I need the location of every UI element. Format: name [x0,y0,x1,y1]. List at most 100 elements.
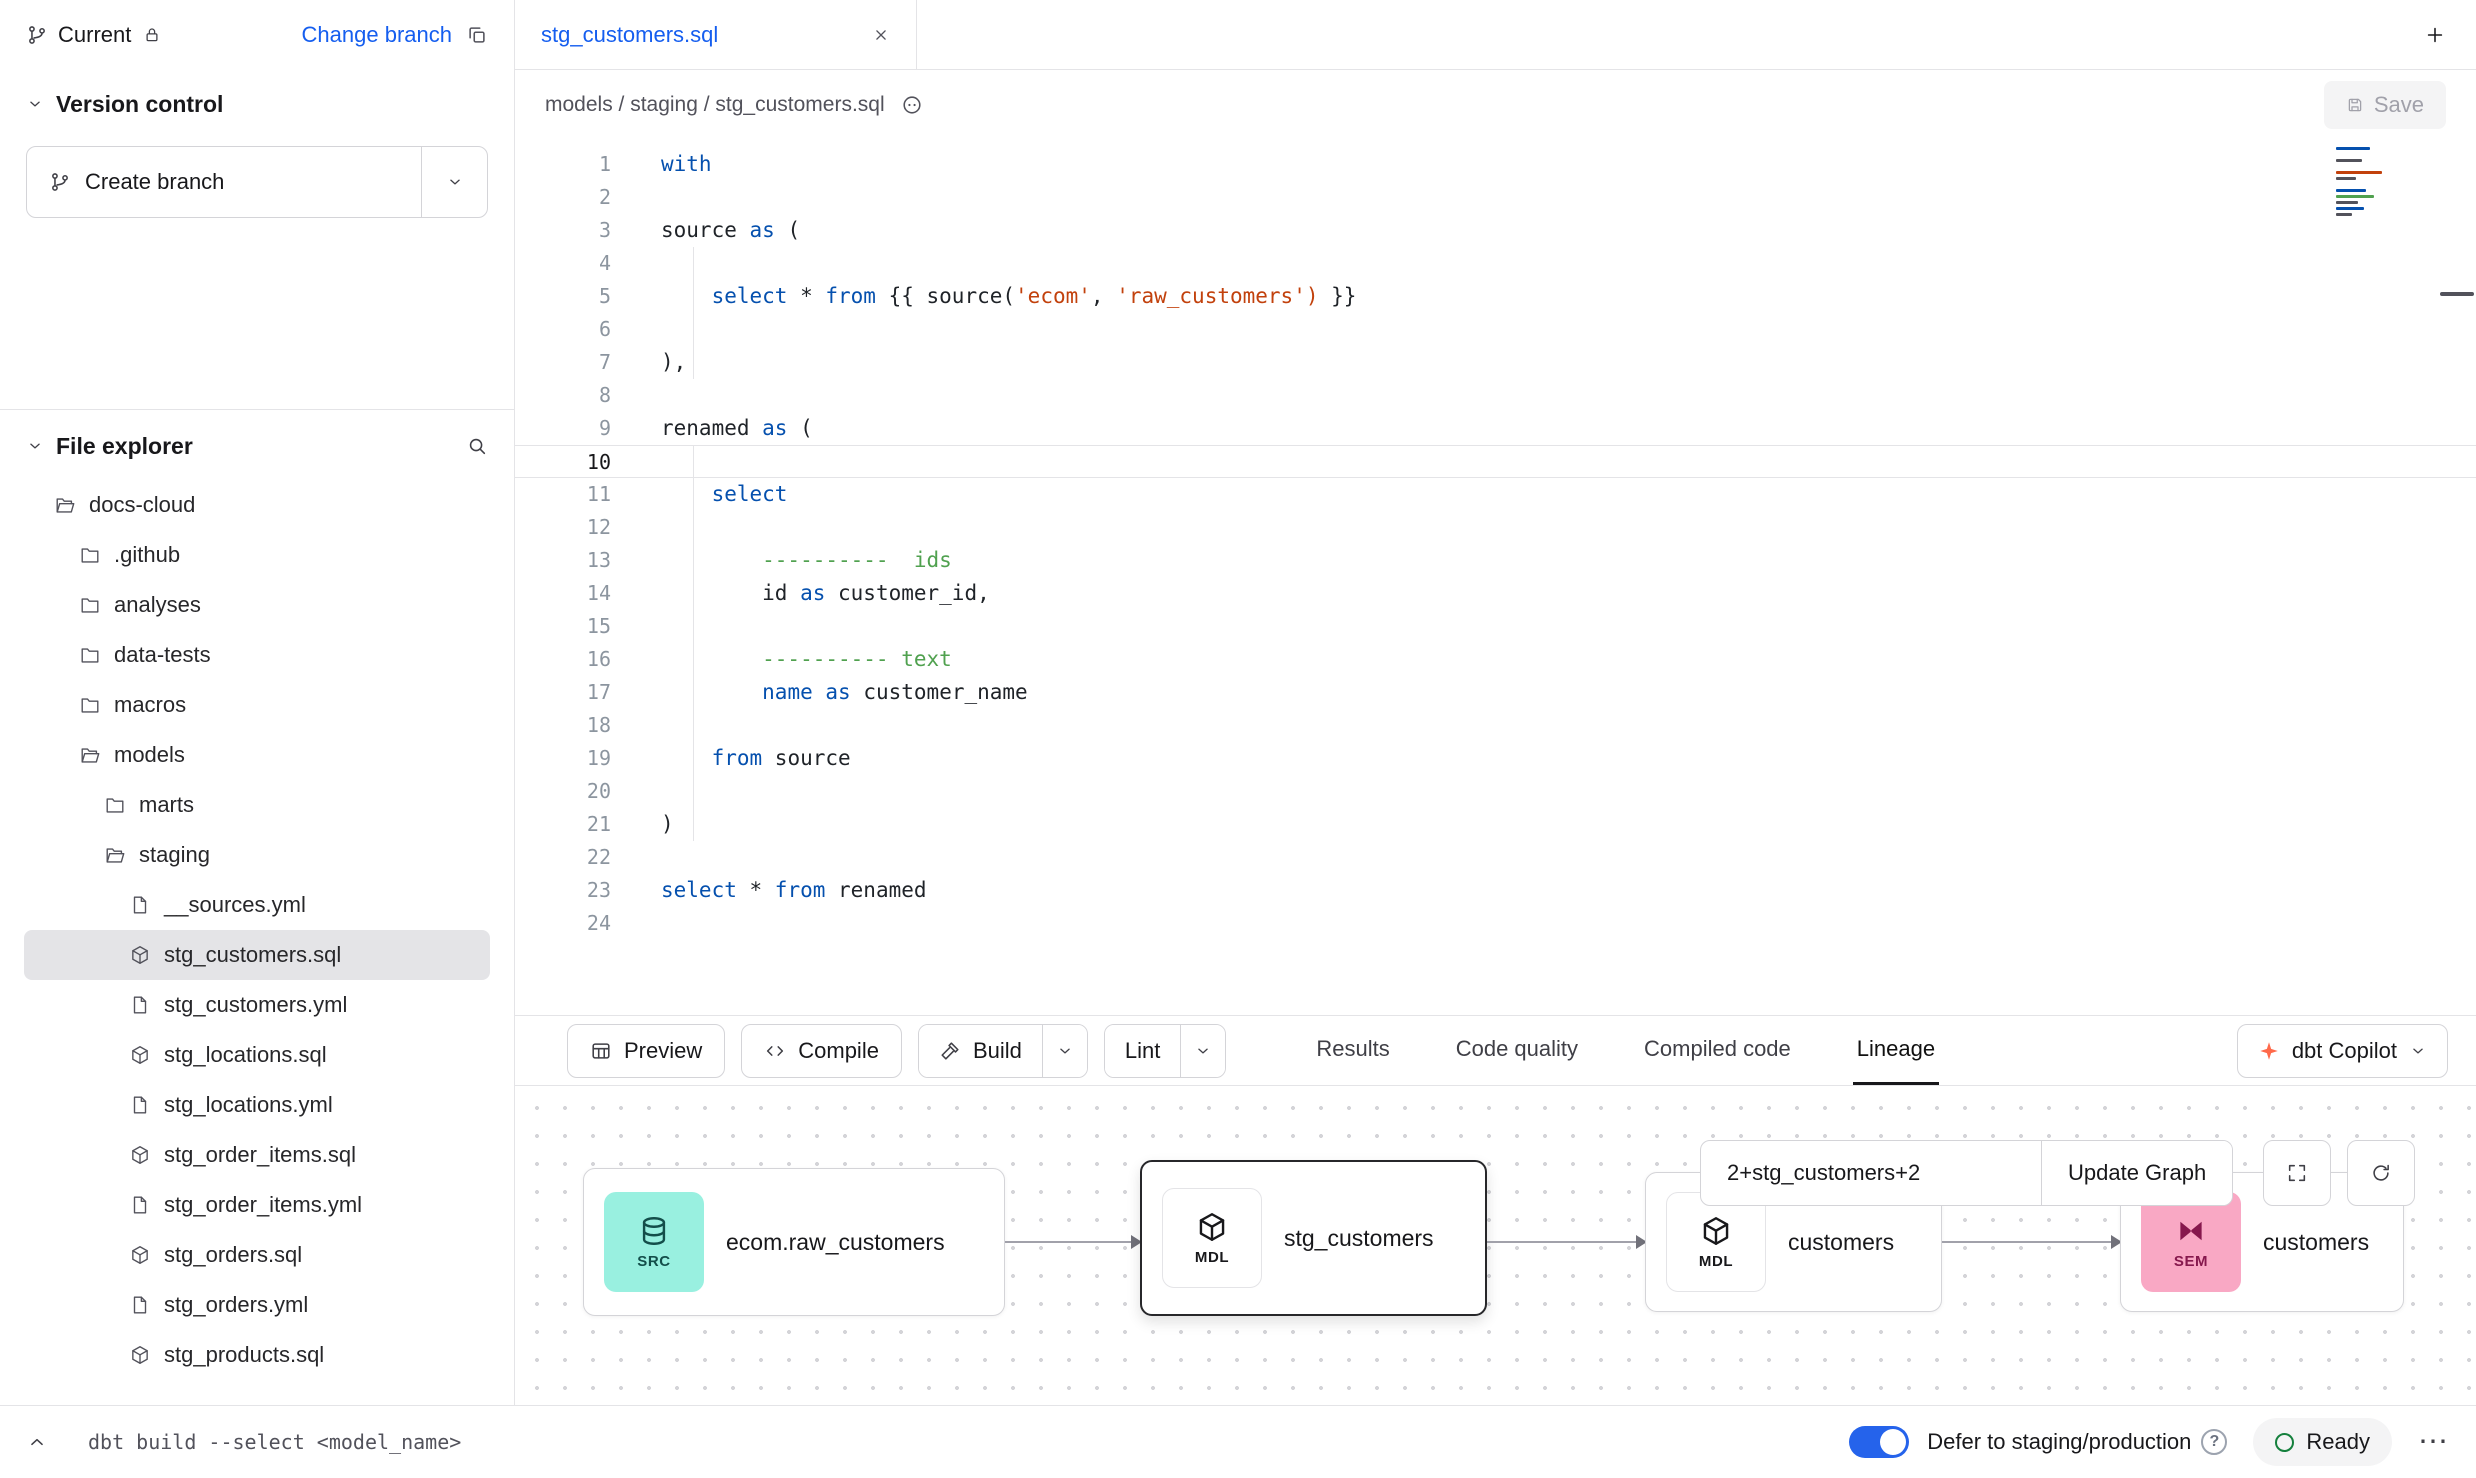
file-item-stg_locations.yml[interactable]: stg_locations.yml [24,1080,490,1130]
change-branch-link[interactable]: Change branch [302,22,452,48]
file-explorer-header[interactable]: File explorer [0,420,514,472]
code-line-24[interactable]: 24 [515,907,2476,940]
refresh-button[interactable] [2347,1140,2415,1206]
lineage-node-ecom.raw_customers[interactable]: SRCecom.raw_customers [583,1168,1005,1316]
code-lines: 1with23source as (45 select * from {{ so… [515,148,2476,940]
file-item-stg_locations.sql[interactable]: stg_locations.sql [24,1030,490,1080]
preview-label: Preview [624,1038,702,1064]
file-item-data-tests[interactable]: data-tests [24,630,490,680]
line-content: ), [661,346,686,379]
file-item-analyses[interactable]: analyses [24,580,490,630]
version-control-header[interactable]: Version control [0,78,514,130]
tab-lineage[interactable]: Lineage [1853,1016,1939,1085]
code-line-17[interactable]: 17 name as customer_name [515,676,2476,709]
file-item-models[interactable]: models [24,730,490,780]
save-button[interactable]: Save [2324,81,2446,129]
code-line-12[interactable]: 12 [515,511,2476,544]
file-item-stg_order_items.sql[interactable]: stg_order_items.sql [24,1130,490,1180]
minimap[interactable] [2334,142,2400,221]
update-graph-button[interactable]: Update Graph [2041,1141,2232,1205]
node-label: customers [1788,1229,1894,1256]
lint-dropdown[interactable] [1180,1025,1225,1077]
copy-icon[interactable] [466,24,488,46]
code-line-18[interactable]: 18 [515,709,2476,742]
code-line-5[interactable]: 5 select * from {{ source('ecom', 'raw_c… [515,280,2476,313]
dbt-copilot-icon [2258,1040,2280,1062]
tab-results[interactable]: Results [1312,1016,1393,1085]
file-item-label: stg_customers.sql [164,942,341,968]
line-content: name as customer_name [661,676,1028,709]
line-number: 4 [515,247,661,280]
code-line-9[interactable]: 9renamed as ( [515,412,2476,445]
file-item-.github[interactable]: .github [24,530,490,580]
code-line-1[interactable]: 1with [515,148,2476,181]
chevron-down-icon [2409,1042,2427,1060]
code-line-6[interactable]: 6 [515,313,2476,346]
line-number: 12 [515,511,661,544]
line-content: renamed as ( [661,412,813,445]
line-number: 6 [515,313,661,346]
fullscreen-button[interactable] [2263,1140,2331,1206]
code-line-2[interactable]: 2 [515,181,2476,214]
file-item-stg_orders.yml[interactable]: stg_orders.yml [24,1280,490,1330]
file-item-docs-cloud[interactable]: docs-cloud [24,480,490,530]
create-branch-dropdown[interactable] [421,147,487,217]
defer-toggle[interactable] [1849,1426,1909,1458]
line-content: with [661,148,712,181]
document-icon [129,994,151,1016]
tab-stg-customers-sql[interactable]: stg_customers.sql [515,0,917,69]
code-line-16[interactable]: 16 ---------- text [515,643,2476,676]
new-tab-button[interactable] [2424,24,2446,46]
scrollbar-thumb[interactable] [2440,292,2474,296]
code-line-19[interactable]: 19 from source [515,742,2476,775]
folder-icon [79,694,101,716]
lineage-selector-input[interactable]: 2+stg_customers+2 [1701,1141,2041,1205]
build-dropdown[interactable] [1042,1025,1087,1077]
tab-compiled-code[interactable]: Compiled code [1640,1016,1795,1085]
overflow-menu-button[interactable]: ⋯ [2418,1432,2450,1452]
help-icon[interactable]: ? [2201,1429,2227,1455]
code-line-14[interactable]: 14 id as customer_id, [515,577,2476,610]
create-branch-button[interactable]: Create branch [27,147,421,217]
code-line-8[interactable]: 8 [515,379,2476,412]
code-line-10[interactable]: 10 [515,445,2476,478]
close-icon[interactable] [872,26,890,44]
code-line-20[interactable]: 20 [515,775,2476,808]
file-item-marts[interactable]: marts [24,780,490,830]
file-item-stg_order_items.yml[interactable]: stg_order_items.yml [24,1180,490,1230]
file-item-__sources.yml[interactable]: __sources.yml [24,880,490,930]
code-line-3[interactable]: 3source as ( [515,214,2476,247]
line-number: 3 [515,214,661,247]
file-item-stg_products.sql[interactable]: stg_products.sql [24,1330,490,1380]
tab-code-quality[interactable]: Code quality [1452,1016,1582,1085]
lineage-node-stg_customers[interactable]: MDLstg_customers [1140,1160,1487,1316]
code-line-4[interactable]: 4 [515,247,2476,280]
code-editor[interactable]: 1with23source as (45 select * from {{ so… [515,140,2476,1015]
folder-open-icon [104,844,126,866]
preview-button[interactable]: Preview [567,1024,725,1078]
line-number: 9 [515,412,661,445]
file-item-stg_customers.sql[interactable]: stg_customers.sql [24,930,490,980]
code-line-11[interactable]: 11 select [515,478,2476,511]
search-icon[interactable] [466,435,488,457]
dbt-copilot-button[interactable]: dbt Copilot [2237,1024,2448,1078]
folder-icon [79,594,101,616]
code-line-7[interactable]: 7), [515,346,2476,379]
code-line-23[interactable]: 23select * from renamed [515,874,2476,907]
lint-button[interactable]: Lint [1105,1025,1180,1077]
file-item-staging[interactable]: staging [24,830,490,880]
file-item-macros[interactable]: macros [24,680,490,730]
code-line-21[interactable]: 21) [515,808,2476,841]
file-item-stg_orders.sql[interactable]: stg_orders.sql [24,1230,490,1280]
code-line-15[interactable]: 15 [515,610,2476,643]
code-icon [764,1040,786,1062]
build-button[interactable]: Build [919,1025,1042,1077]
file-item-stg_customers.yml[interactable]: stg_customers.yml [24,980,490,1030]
chevron-up-icon[interactable] [26,1431,48,1453]
compile-button[interactable]: Compile [741,1024,902,1078]
line-content: select [661,478,787,511]
code-line-13[interactable]: 13 ---------- ids [515,544,2476,577]
code-line-22[interactable]: 22 [515,841,2476,874]
status-badge[interactable]: Ready [2253,1418,2392,1466]
file-item-label: __sources.yml [164,892,306,918]
